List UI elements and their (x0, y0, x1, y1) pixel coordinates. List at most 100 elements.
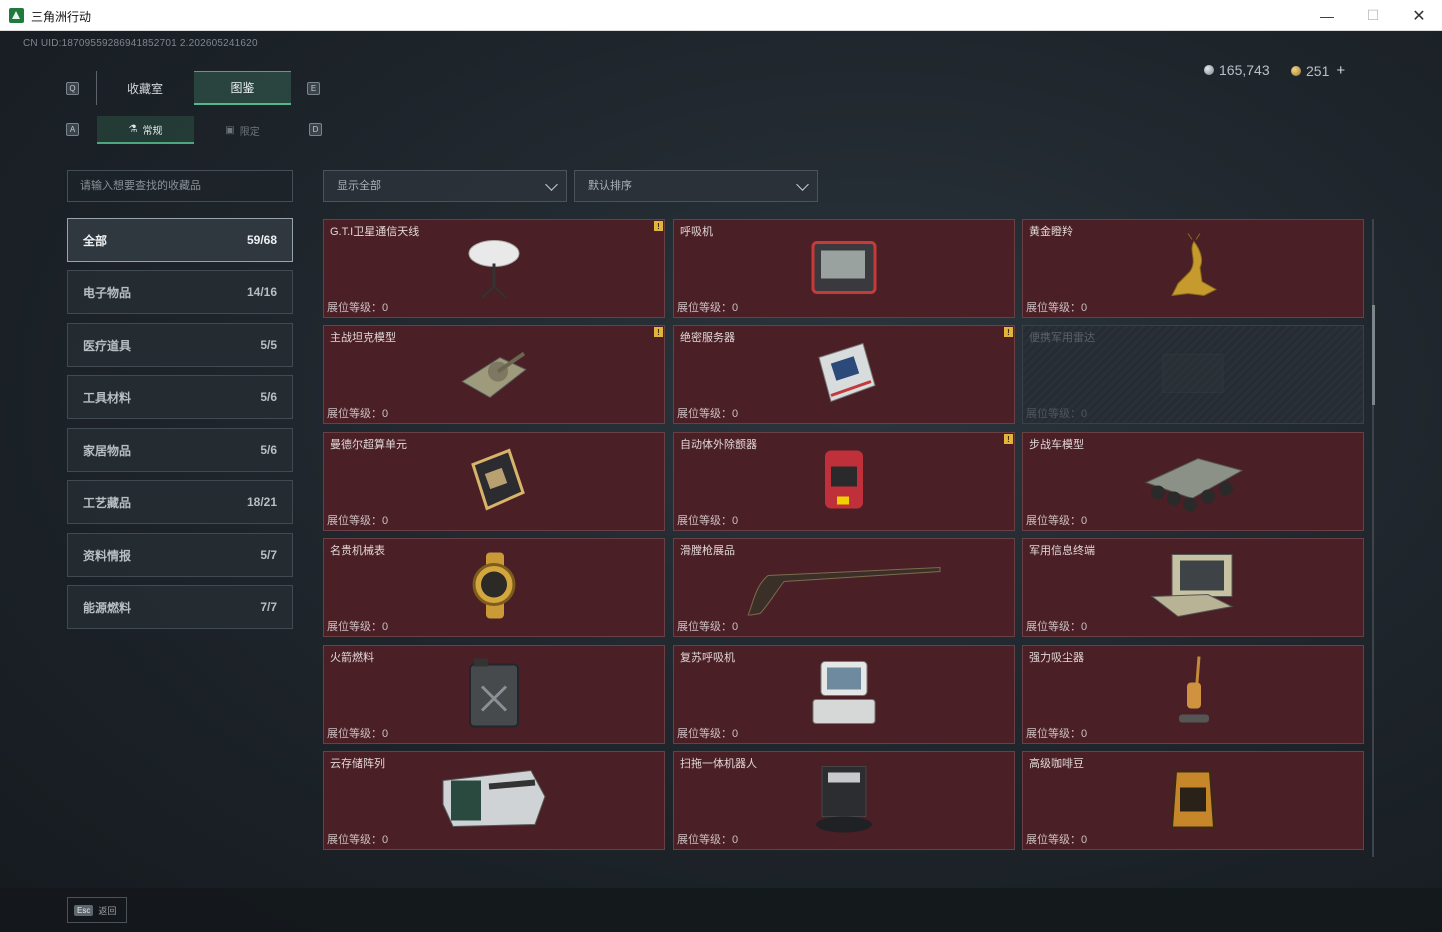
server-icon (809, 337, 879, 412)
collectible-card[interactable]: 云存储阵列 展位等级：0 (323, 751, 665, 850)
collectible-card[interactable]: 自动体外除颤器! 展位等级：0 (673, 432, 1015, 531)
footer-bar (0, 888, 1442, 932)
display-level: 展位等级：0 (1026, 728, 1088, 740)
item-name: 呼吸机 (680, 226, 713, 238)
watch-icon (464, 550, 524, 625)
item-name: G.T.I卫星通信天线 (330, 226, 420, 238)
collectible-card[interactable]: 曼德尔超算单元 展位等级：0 (323, 432, 665, 531)
subtab-limited[interactable]: ▣ 限定 (194, 116, 291, 144)
collectible-card[interactable]: G.T.I卫星通信天线! 展位等级：0 (323, 219, 665, 318)
minimize-button[interactable]: — (1304, 0, 1350, 31)
silver-coin-icon (1204, 65, 1214, 75)
filter-display-value: 显示全部 (337, 180, 381, 192)
fuel-can-icon (464, 656, 524, 733)
category-count: 18/21 (246, 495, 277, 509)
category-item[interactable]: 家居物品 5/6 (67, 428, 293, 472)
item-name: 便携军用雷达 (1029, 332, 1095, 344)
filter-display-dropdown[interactable]: 显示全部 (323, 170, 567, 202)
image-icon: ▣ (225, 124, 235, 136)
category-item[interactable]: 资料情报 5/7 (67, 533, 293, 577)
item-name: 名贵机械表 (330, 545, 385, 557)
new-badge-icon: ! (654, 327, 663, 337)
category-count: 5/6 (260, 443, 277, 457)
search-input[interactable]: 请输入想要查找的收藏品 (67, 170, 293, 202)
item-name: 强力吸尘器 (1029, 652, 1084, 664)
collectible-card[interactable]: 主战坦克模型! 展位等级：0 (323, 325, 665, 424)
display-level: 展位等级：0 (327, 408, 389, 420)
collectible-card[interactable]: 复苏呼吸机 展位等级：0 (673, 645, 1015, 744)
back-label: 返回 (98, 905, 117, 916)
chevron-down-icon (545, 178, 558, 191)
category-count: 7/7 (260, 600, 277, 614)
tank-model-icon (456, 339, 532, 410)
new-badge-icon: ! (1004, 327, 1013, 337)
display-level: 展位等级：0 (327, 302, 389, 314)
close-button[interactable]: ✕ (1396, 0, 1442, 31)
category-item[interactable]: 医疗道具 5/5 (67, 323, 293, 367)
collectible-card[interactable]: 高级咖啡豆 展位等级：0 (1022, 751, 1364, 850)
subtab-normal-label: 常规 (142, 125, 163, 137)
display-level: 展位等级：0 (1026, 834, 1088, 846)
category-item[interactable]: 全部 59/68 (67, 218, 293, 262)
compute-unit-icon (459, 444, 529, 519)
category-label: 能源燃料 (83, 600, 132, 615)
collectible-card[interactable]: 便携军用雷达 展位等级：0 (1022, 325, 1364, 424)
display-level: 展位等级：0 (327, 621, 389, 633)
esc-key-hint: Esc (74, 904, 94, 916)
collectible-card[interactable]: 滑膛枪展品 展位等级：0 (673, 538, 1015, 637)
tab-atlas[interactable]: 图鉴 (194, 71, 291, 105)
collectible-card[interactable]: 扫拖一体机器人 展位等级：0 (673, 751, 1015, 850)
item-name: 军用信息终端 (1029, 545, 1095, 557)
category-label: 工具材料 (83, 390, 132, 405)
category-label: 全部 (83, 233, 108, 248)
item-name: 主战坦克模型 (330, 332, 396, 344)
display-level: 展位等级：0 (677, 302, 739, 314)
category-item[interactable]: 工艺藏品 18/21 (67, 480, 293, 524)
maximize-button[interactable]: ☐ (1350, 0, 1396, 31)
coffee-bag-icon (1168, 763, 1218, 838)
collectible-card[interactable]: 呼吸机展位等级：0 (673, 219, 1015, 318)
satellite-dish-icon (464, 231, 524, 306)
category-count: 5/7 (260, 548, 277, 562)
collectible-card[interactable]: 强力吸尘器展位等级：0 (1022, 645, 1364, 744)
item-name: 火箭燃料 (330, 652, 374, 664)
item-name: 自动体外除颤器 (680, 439, 757, 451)
display-level: 展位等级：0 (1026, 515, 1088, 527)
robot-vacuum-icon (812, 762, 876, 839)
radar-icon (1153, 342, 1233, 407)
category-item[interactable]: 能源燃料 7/7 (67, 585, 293, 629)
app-logo-icon (9, 8, 24, 23)
category-item[interactable]: 电子物品 14/16 (67, 270, 293, 314)
subtab-normal[interactable]: ⚗ 常规 (97, 116, 194, 144)
collectible-card[interactable]: 绝密服务器! 展位等级：0 (673, 325, 1015, 424)
gold-gazelle-icon (1158, 231, 1228, 306)
display-level: 展位等级：0 (1026, 621, 1088, 633)
collectible-card[interactable]: 步战车模型展位等级：0 (1022, 432, 1364, 531)
add-currency-button[interactable]: + (1336, 62, 1345, 79)
item-name: 曼德尔超算单元 (330, 439, 407, 451)
collectible-card[interactable]: 名贵机械表展位等级：0 (323, 538, 665, 637)
key-hint-q: Q (66, 82, 79, 95)
collectible-card[interactable]: 黄金瞪羚 展位等级：0 (1022, 219, 1364, 318)
item-name: 复苏呼吸机 (680, 652, 735, 664)
title-bar: 三角洲行动 — ☐ ✕ (0, 0, 1442, 31)
gold-coin-icon (1291, 65, 1301, 76)
display-level: 展位等级：0 (677, 515, 739, 527)
category-count: 14/16 (246, 285, 277, 299)
category-item[interactable]: 工具材料 5/6 (67, 375, 293, 419)
category-label: 工艺藏品 (83, 495, 132, 510)
item-name: 步战车模型 (1029, 439, 1084, 451)
chevron-down-icon (796, 178, 809, 191)
grid-scroll-thumb[interactable] (1372, 305, 1375, 405)
tab-collection-room[interactable]: 收藏室 (96, 71, 193, 105)
sort-dropdown[interactable]: 默认排序 (574, 170, 818, 202)
vacuum-icon (1173, 652, 1213, 737)
back-button[interactable]: Esc 返回 (67, 897, 127, 923)
category-label: 电子物品 (83, 285, 132, 300)
new-badge-icon: ! (1004, 434, 1013, 444)
new-badge-icon: ! (654, 221, 663, 231)
collectible-card[interactable]: 军用信息终端 展位等级：0 (1022, 538, 1364, 637)
collectible-card[interactable]: 火箭燃料展位等级：0 (323, 645, 665, 744)
display-level: 展位等级：0 (327, 728, 389, 740)
ventilator-icon (809, 236, 879, 301)
